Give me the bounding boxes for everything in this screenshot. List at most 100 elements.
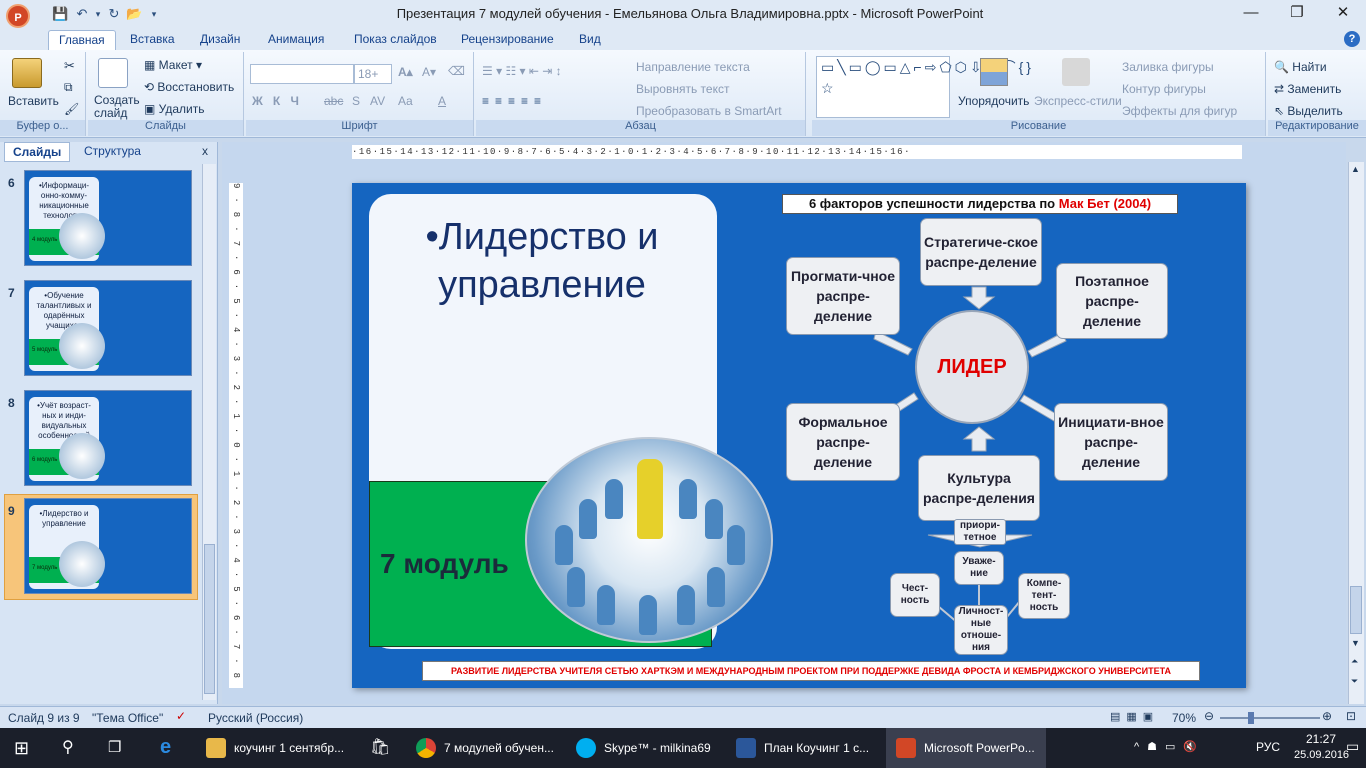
scroll-thumb[interactable] <box>1350 586 1362 634</box>
smartart-button[interactable]: Преобразовать в SmartArt <box>636 104 782 118</box>
shapes-gallery[interactable]: ▭╲▭◯▭△⌐⇨⬠⬡⇩⌒⌒{}☆ <box>816 56 1031 118</box>
replace-button[interactable]: ⇄ Заменить <box>1274 82 1341 96</box>
redo-icon[interactable]: ↻ <box>106 6 122 22</box>
store-icon[interactable]: 🛍 <box>370 737 390 757</box>
new-slide-button[interactable]: Создать слайд <box>94 94 140 120</box>
maximize-button[interactable]: ❐ <box>1274 0 1320 28</box>
shape-effects-button[interactable]: Эффекты для фигур <box>1122 104 1237 118</box>
quick-styles-button[interactable]: Экспресс-стили <box>1034 94 1122 108</box>
paste-button[interactable]: Вставить <box>8 94 59 108</box>
slide-thumbnail-8[interactable]: •Учёт возраст-ных и инди-видуальных особ… <box>24 390 192 486</box>
clock-time[interactable]: 21:27 <box>1306 732 1336 746</box>
arrange-button[interactable]: Упорядочить <box>958 94 1029 108</box>
taskbar-item-powerpoint[interactable]: Microsoft PowerPo... <box>886 728 1046 768</box>
spellcheck-icon[interactable]: ✓ <box>176 709 186 723</box>
tab-outline-panel[interactable]: Структура <box>76 142 149 162</box>
sub-competence[interactable]: Компе-тент-ность <box>1018 573 1070 619</box>
tab-animation[interactable]: Анимация <box>258 30 334 50</box>
vertical-scrollbar[interactable]: ▲ ▼ ⏶ ⏷ <box>1348 162 1364 704</box>
taskbar-item-folder[interactable]: коучинг 1 сентябр... <box>196 728 360 768</box>
language-status[interactable]: Русский (Россия) <box>208 711 303 725</box>
copy-icon[interactable]: ⧉ <box>64 80 73 95</box>
zoom-slider[interactable] <box>1220 717 1320 719</box>
minimize-button[interactable]: — <box>1228 0 1274 28</box>
slide-thumbnail-7[interactable]: •Обучение талантливых и одарённых учащих… <box>24 280 192 376</box>
taskbar-item-skype[interactable]: Skype™ - milkina69 <box>566 728 724 768</box>
edge-icon[interactable]: e <box>160 736 171 759</box>
tab-design[interactable]: Дизайн <box>190 30 250 50</box>
cut-icon[interactable]: ✂ <box>64 58 75 74</box>
next-slide-icon[interactable]: ⏷ <box>1351 676 1358 687</box>
panel-scrollbar[interactable] <box>202 164 216 700</box>
text-direction-button[interactable]: Направление текста <box>636 60 750 74</box>
tab-insert[interactable]: Вставка <box>120 30 185 50</box>
factor-pragmatic[interactable]: Прогмати-чное распре-деление <box>786 257 900 335</box>
bold-italic-underline-buttons[interactable]: ЖКЧ <box>252 94 309 108</box>
factor-strategic[interactable]: Стратегиче-ское распре-деление <box>920 218 1042 286</box>
zoom-in-icon[interactable]: ⊕ <box>1322 709 1332 723</box>
new-slide-icon[interactable] <box>98 58 128 88</box>
tab-home[interactable]: Главная <box>48 30 116 50</box>
zoom-out-icon[interactable]: ⊖ <box>1204 709 1214 723</box>
font-color-button[interactable]: A <box>438 94 446 108</box>
close-panel-icon[interactable]: x <box>202 144 208 158</box>
taskbar-item-chrome[interactable]: 7 модулей обучен... <box>406 728 564 768</box>
reset-button[interactable]: ⟲ Восстановить <box>144 80 234 94</box>
tab-slideshow[interactable]: Показ слайдов <box>344 30 447 50</box>
spacing-button[interactable]: AV <box>370 94 385 108</box>
factor-formal[interactable]: Формальное распре-деление <box>786 403 900 481</box>
undo-icon[interactable]: ↶ <box>74 6 90 22</box>
strike-button[interactable]: abc <box>324 94 343 108</box>
tab-view[interactable]: Вид <box>569 30 611 50</box>
slide-canvas[interactable]: •Лидерство и управление 7 модуль 6 факто… <box>352 183 1246 688</box>
scroll-down-icon[interactable]: ▼ <box>1351 638 1360 648</box>
select-button[interactable]: ⇖ Выделить <box>1274 104 1343 118</box>
font-name-input[interactable] <box>250 64 354 84</box>
open-icon[interactable]: 📂 <box>126 6 142 22</box>
view-buttons[interactable]: ▤▦▣ <box>1110 710 1159 723</box>
format-painter-icon[interactable]: 🖌 <box>64 102 79 116</box>
quick-styles-icon[interactable] <box>1062 58 1090 86</box>
sub-personal[interactable]: Личност-ные отноше-ния <box>954 605 1008 655</box>
prev-slide-icon[interactable]: ⏶ <box>1351 656 1358 667</box>
factor-culture[interactable]: Культура распре-деления <box>918 455 1040 521</box>
case-button[interactable]: Aa <box>398 94 413 108</box>
panel-scroll-thumb[interactable] <box>204 544 215 694</box>
windows-start-icon[interactable]: ⊞ <box>14 738 29 758</box>
slide-thumbnail-6[interactable]: •Информаци-онно-комму-никационные технол… <box>24 170 192 266</box>
help-icon[interactable]: ? <box>1344 31 1360 47</box>
leader-circle[interactable]: ЛИДЕР <box>915 310 1029 424</box>
shape-outline-button[interactable]: Контур фигуры <box>1122 82 1206 96</box>
tab-slides-panel[interactable]: Слайды <box>4 142 71 162</box>
find-button[interactable]: 🔍 Найти <box>1274 60 1327 74</box>
paste-icon[interactable] <box>12 58 42 88</box>
scroll-up-icon[interactable]: ▲ <box>1351 164 1360 174</box>
search-icon[interactable]: ⚲ <box>62 737 74 757</box>
bullets-icon[interactable]: ☰ ▾ ☷ ▾ ⇤ ⇥ ↕ <box>482 64 562 78</box>
shadow-button[interactable]: S <box>352 94 360 108</box>
font-size-input[interactable]: 18+ <box>354 64 392 84</box>
slide-thumbnail-9[interactable]: •Лидерство и управление 7 модуль <box>24 498 192 594</box>
zoom-slider-thumb[interactable] <box>1248 712 1254 724</box>
clock-date[interactable]: 25.09.2016 <box>1294 749 1349 761</box>
notifications-icon[interactable]: ▭ <box>1346 738 1359 755</box>
task-view-icon[interactable]: ❐ <box>108 738 121 756</box>
fit-window-icon[interactable]: ⊡ <box>1346 709 1356 723</box>
zoom-level[interactable]: 70% <box>1172 711 1196 725</box>
customize-qat-icon[interactable]: ▾ <box>146 6 162 22</box>
input-language[interactable]: РУС <box>1256 740 1280 754</box>
align-icons[interactable]: ≡≡≡≡≡ <box>482 94 547 108</box>
tray-icons[interactable]: ^☗▭🔇 <box>1134 740 1205 753</box>
clear-format-icon[interactable]: ⌫ <box>448 64 465 78</box>
align-text-button[interactable]: Выровнять текст <box>636 82 729 96</box>
sub-honesty[interactable]: Чест-ность <box>890 573 940 617</box>
slide-footer[interactable]: РАЗВИТИЕ ЛИДЕРСТВА УЧИТЕЛЯ СЕТЬЮ ХАРТКЭМ… <box>422 661 1200 681</box>
save-icon[interactable]: 💾 <box>52 6 68 22</box>
theme-name[interactable]: "Тема Office" <box>92 711 163 725</box>
sub-priority[interactable]: приори-тетное <box>954 519 1006 545</box>
close-button[interactable]: ✕ <box>1320 0 1366 28</box>
sub-respect[interactable]: Уваже-ние <box>954 551 1004 585</box>
shape-fill-button[interactable]: Заливка фигуры <box>1122 60 1214 74</box>
arrange-icon[interactable] <box>980 58 1008 86</box>
taskbar-item-word[interactable]: План Коучинг 1 с... <box>726 728 884 768</box>
